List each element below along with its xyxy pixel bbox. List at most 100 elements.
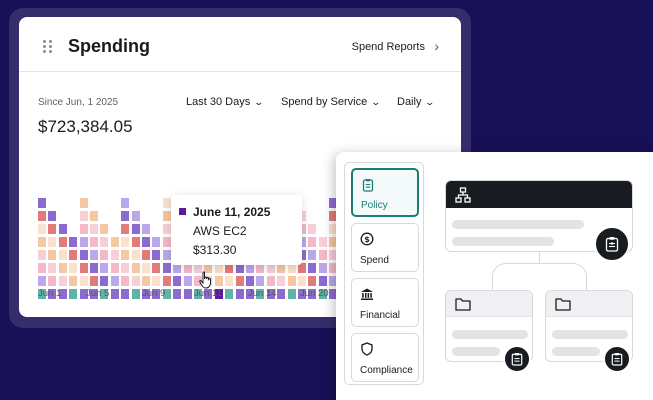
bar-segment[interactable] xyxy=(38,276,46,286)
bar-segment[interactable] xyxy=(173,289,182,299)
chevron-right-icon[interactable]: › xyxy=(434,38,439,54)
bar-segment[interactable] xyxy=(277,276,286,286)
bar-segment[interactable] xyxy=(100,224,109,234)
bar-segment[interactable] xyxy=(308,237,317,247)
bar-segment[interactable] xyxy=(58,237,67,247)
policy-badge[interactable] xyxy=(594,226,630,262)
bar-segment[interactable] xyxy=(79,224,88,234)
bar-segment[interactable] xyxy=(38,198,46,208)
bar-segment[interactable] xyxy=(162,211,171,221)
bar-segment[interactable] xyxy=(110,263,119,273)
bar-segment[interactable] xyxy=(79,211,88,221)
bar-segment[interactable] xyxy=(121,263,130,273)
bar-segment[interactable] xyxy=(38,224,46,234)
policy-child-node[interactable] xyxy=(545,290,633,373)
bar-segment[interactable] xyxy=(48,263,57,273)
bar-segment[interactable] xyxy=(183,289,192,299)
bar-segment[interactable] xyxy=(38,211,46,221)
bar-segment[interactable] xyxy=(142,263,150,273)
bar-segment[interactable] xyxy=(58,263,67,273)
bar-segment[interactable] xyxy=(110,250,119,260)
bar-segment[interactable] xyxy=(69,250,78,260)
bar-segment[interactable] xyxy=(79,276,88,286)
policy-badge[interactable] xyxy=(503,345,531,373)
bar-segment[interactable] xyxy=(90,237,98,247)
bar-segment[interactable] xyxy=(162,198,171,208)
bar-segment[interactable] xyxy=(287,276,296,286)
bar-segment[interactable] xyxy=(121,276,130,286)
bar-segment[interactable] xyxy=(100,276,109,286)
bar-segment[interactable] xyxy=(131,250,140,260)
spend-reports-link[interactable]: Spend Reports xyxy=(352,41,425,53)
bar-segment[interactable] xyxy=(121,289,130,299)
bar-segment[interactable] xyxy=(131,224,140,234)
bar-segment[interactable] xyxy=(318,250,327,260)
bar-segment[interactable] xyxy=(110,237,119,247)
bar-segment[interactable] xyxy=(90,224,98,234)
bar-segment[interactable] xyxy=(235,276,244,286)
policy-child-node[interactable] xyxy=(445,290,533,373)
policy-root-node[interactable] xyxy=(445,180,633,262)
bar-segment[interactable] xyxy=(90,276,98,286)
service-filter[interactable]: Spend by Service ⌄ xyxy=(281,96,381,108)
bar-segment[interactable] xyxy=(38,250,46,260)
bar-segment[interactable] xyxy=(121,211,130,221)
period-filter[interactable]: Last 30 Days ⌄ xyxy=(186,96,264,108)
bar-segment[interactable] xyxy=(90,263,98,273)
bar-segment[interactable] xyxy=(131,289,140,299)
bar-segment[interactable] xyxy=(110,289,119,299)
bar-segment[interactable] xyxy=(173,276,182,286)
bar-segment[interactable] xyxy=(246,276,254,286)
bar-segment[interactable] xyxy=(308,250,317,260)
bar-segment[interactable] xyxy=(225,289,234,299)
drag-handle-icon[interactable] xyxy=(43,40,53,54)
bar-segment[interactable] xyxy=(142,276,150,286)
bar-segment[interactable] xyxy=(214,276,223,286)
bar-segment[interactable] xyxy=(318,276,327,286)
bar-segment[interactable] xyxy=(110,276,119,286)
bar-segment[interactable] xyxy=(131,211,140,221)
bar-segment[interactable] xyxy=(121,198,130,208)
bar-segment[interactable] xyxy=(100,250,109,260)
bar-segment[interactable] xyxy=(162,263,171,273)
bar-segment[interactable] xyxy=(69,276,78,286)
bar-segment[interactable] xyxy=(100,237,109,247)
bar-segment[interactable] xyxy=(298,276,306,286)
bar-segment[interactable] xyxy=(183,276,192,286)
bar-segment[interactable] xyxy=(152,276,161,286)
bar-segment[interactable] xyxy=(48,224,57,234)
nav-item-financial[interactable]: Financial xyxy=(351,278,419,327)
policy-badge[interactable] xyxy=(603,345,631,373)
bar-segment[interactable] xyxy=(58,250,67,260)
bar-segment[interactable] xyxy=(79,237,88,247)
bar-segment[interactable] xyxy=(121,237,130,247)
bar-segment[interactable] xyxy=(69,237,78,247)
granularity-filter[interactable]: Daily ⌄ xyxy=(397,96,436,108)
bar-segment[interactable] xyxy=(318,237,327,247)
bar-segment[interactable] xyxy=(79,250,88,260)
bar-segment[interactable] xyxy=(48,250,57,260)
bar-segment[interactable] xyxy=(131,263,140,273)
bar-segment[interactable] xyxy=(287,289,296,299)
bar-segment[interactable] xyxy=(152,250,161,260)
bar-segment[interactable] xyxy=(90,250,98,260)
bar-segment[interactable] xyxy=(308,263,317,273)
bar-segment[interactable] xyxy=(38,263,46,273)
bar-segment[interactable] xyxy=(131,276,140,286)
bar-segment[interactable] xyxy=(142,224,150,234)
bar-segment[interactable] xyxy=(277,289,286,299)
bar-segment[interactable] xyxy=(152,263,161,273)
bar-segment[interactable] xyxy=(162,224,171,234)
bar-segment[interactable] xyxy=(162,250,171,260)
bar-segment[interactable] xyxy=(79,198,88,208)
nav-item-policy[interactable]: Policy xyxy=(351,168,419,217)
bar-segment[interactable] xyxy=(90,211,98,221)
bar-segment[interactable] xyxy=(100,263,109,273)
bar-segment[interactable] xyxy=(48,237,57,247)
nav-item-compliance[interactable]: Compliance xyxy=(351,333,419,382)
bar-segment[interactable] xyxy=(235,289,244,299)
bar-segment[interactable] xyxy=(121,224,130,234)
bar-segment[interactable] xyxy=(142,237,150,247)
bar-segment[interactable] xyxy=(256,276,265,286)
bar-segment[interactable] xyxy=(48,211,57,221)
